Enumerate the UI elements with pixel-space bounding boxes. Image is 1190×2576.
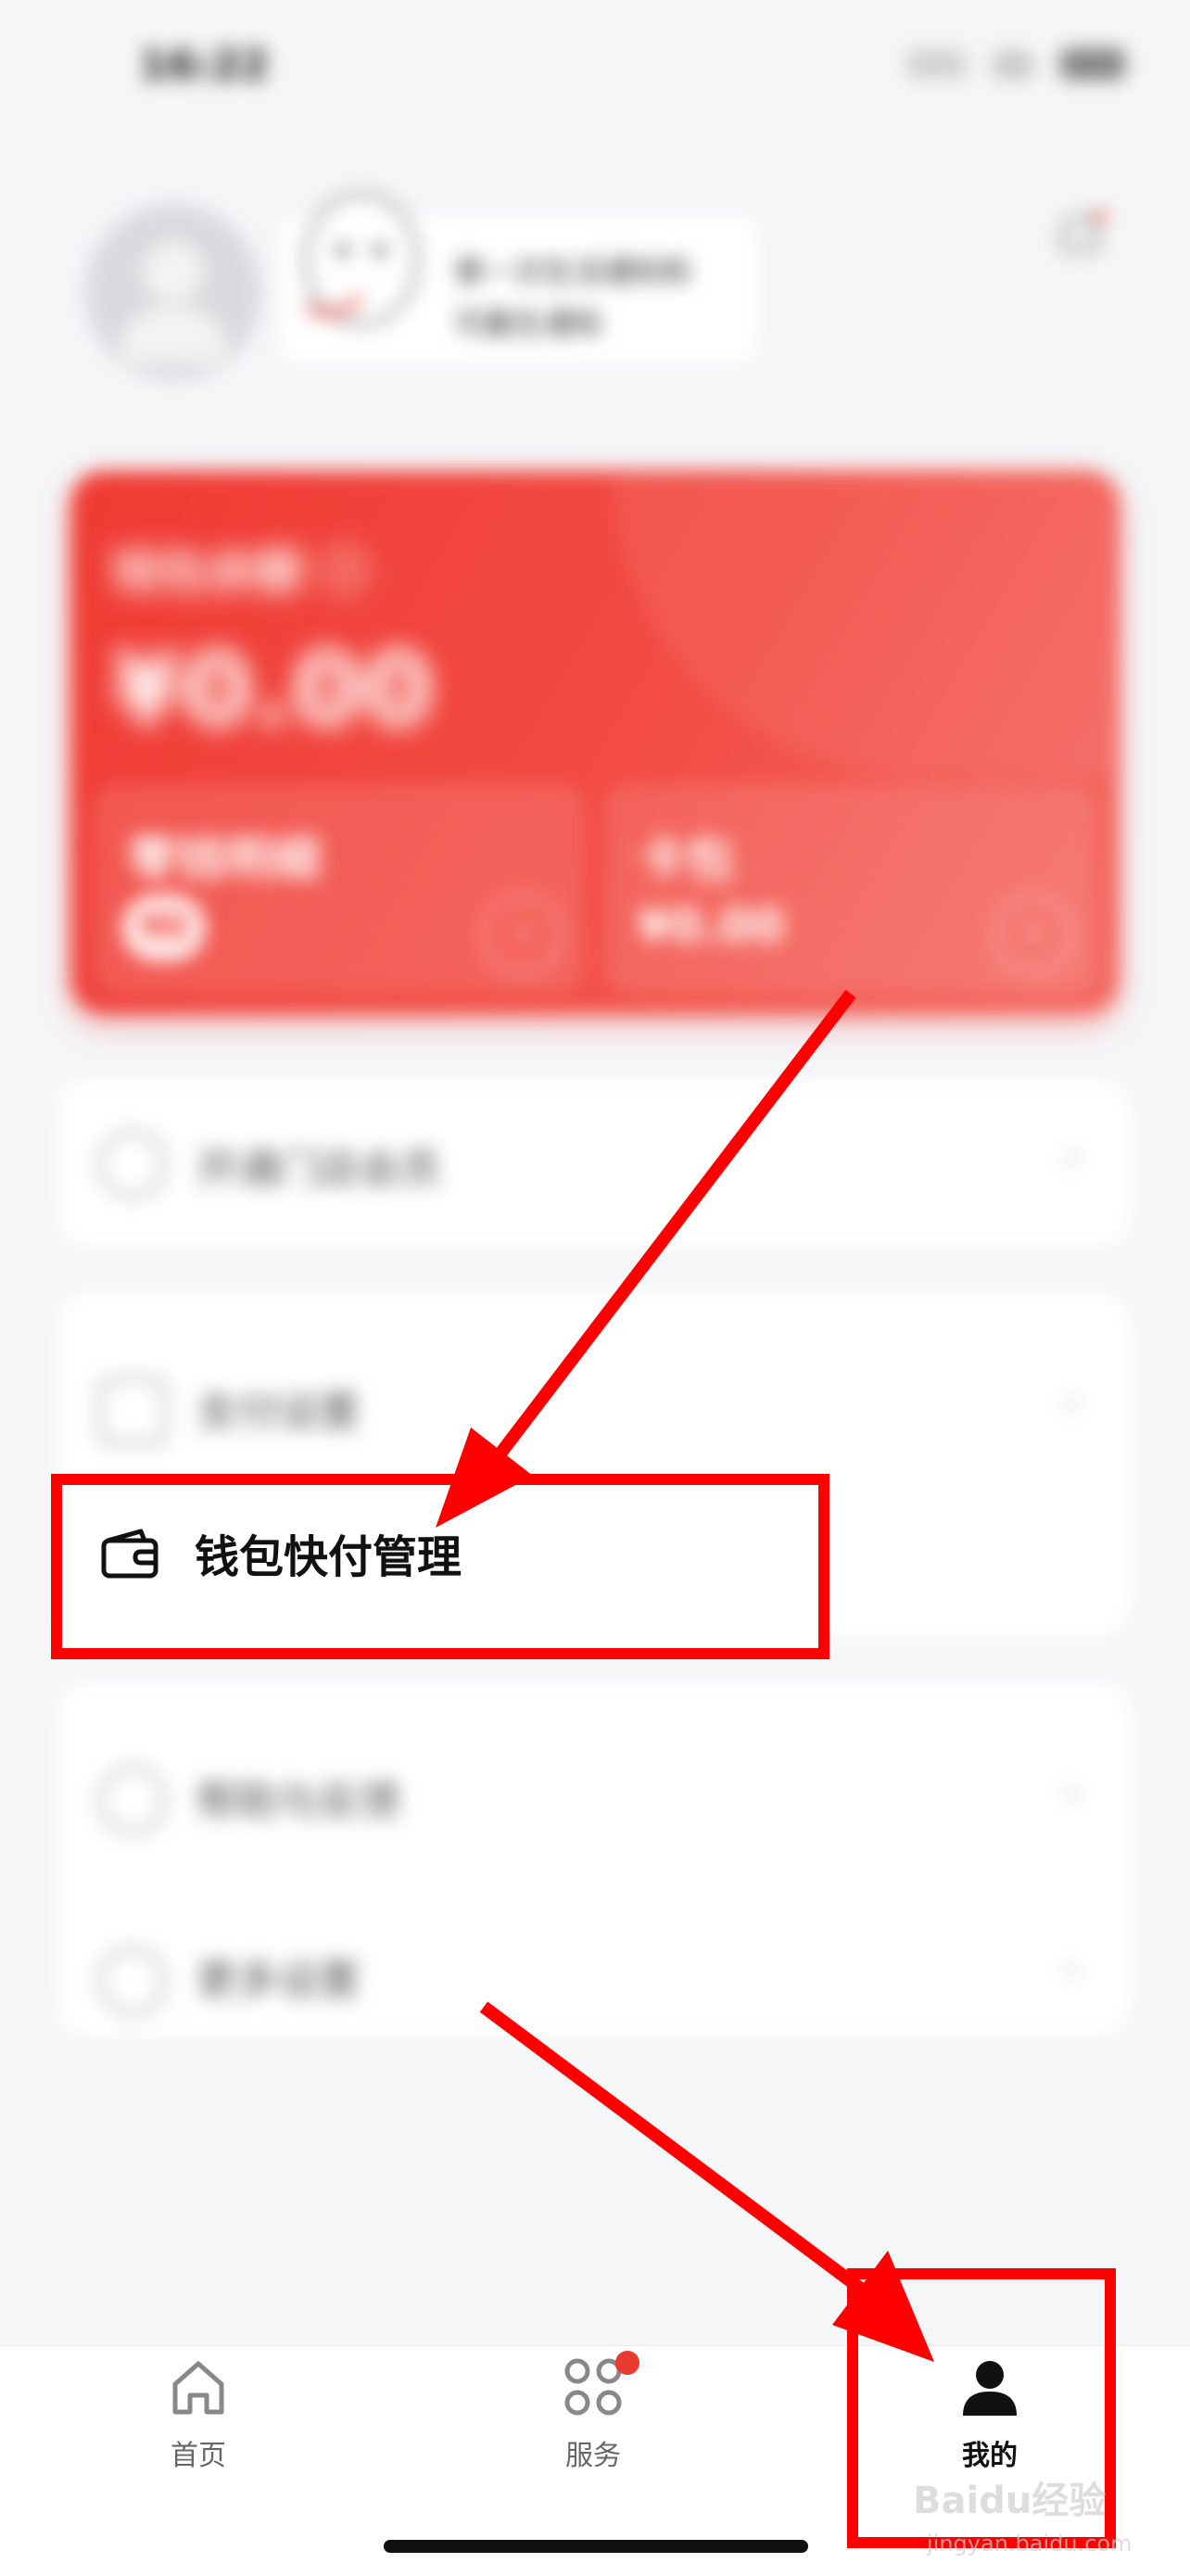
annotation-overlay — [436, 989, 1116, 2548]
baidu-watermark-site: jingyan.baidu.com — [927, 2531, 1133, 2557]
annotation-arrow-1 — [436, 989, 856, 1528]
annotation-arrow-2 — [479, 2001, 934, 2362]
baidu-watermark: Baidu经验 — [913, 2480, 1107, 2522]
